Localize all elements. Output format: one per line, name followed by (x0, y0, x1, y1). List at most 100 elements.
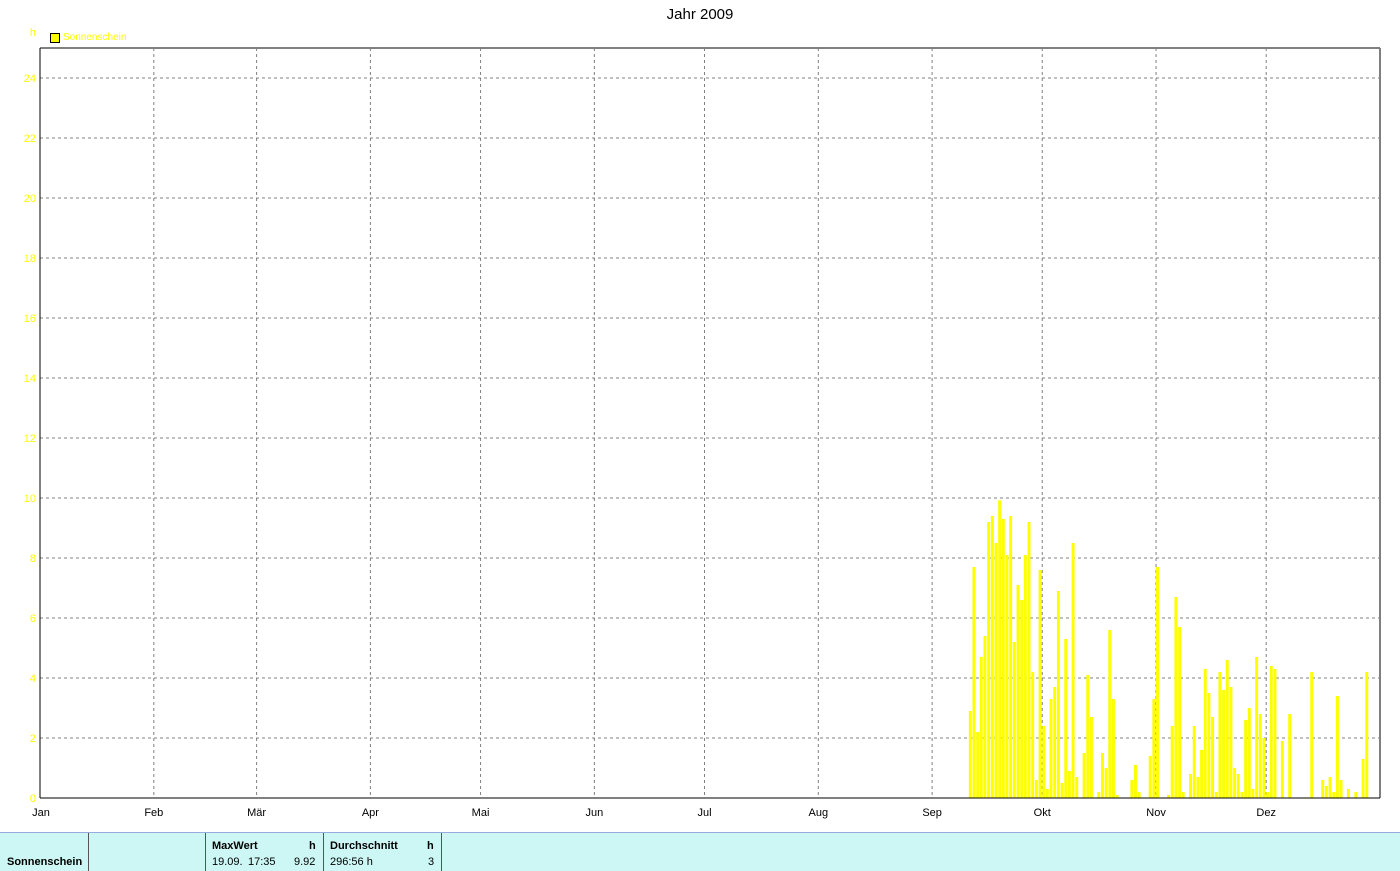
y-tick-label: 0 (30, 793, 36, 805)
sunshine-bar (1339, 780, 1343, 798)
x-tick-label: Dez (1256, 807, 1276, 819)
sunshine-bar (1086, 675, 1090, 798)
stats-row-label: Sonnenschein (7, 856, 83, 868)
stats-avg-unit: h (427, 840, 434, 852)
stats-max-value: 9.92 (294, 856, 316, 868)
chart-legend: Sonnenschein (50, 32, 126, 43)
sunshine-bar (1012, 642, 1016, 798)
sunshine-bar (1258, 714, 1262, 798)
x-tick-label: Okt (1034, 807, 1051, 819)
sunshine-bar (1192, 726, 1196, 798)
sunshine-bar (1288, 714, 1292, 798)
x-tick-label: Jul (697, 807, 711, 819)
sunshine-bar (1251, 789, 1255, 798)
sunshine-bar (1001, 519, 1005, 798)
sunshine-bar (1067, 771, 1071, 798)
stats-avg-cell: Durchschnitt h 296:56 h 3 (324, 833, 442, 871)
sunshine-bar (1020, 600, 1024, 798)
stats-max-time: 17:35 (248, 856, 276, 868)
stats-max-date: 19.09. (212, 856, 243, 868)
sunshine-bar (998, 500, 1002, 798)
sunshine-bar (1060, 783, 1064, 798)
x-tick-label: Sep (922, 807, 942, 819)
sunshine-bar (1005, 555, 1009, 798)
y-tick-label: 6 (30, 613, 36, 625)
sunshine-bar (1247, 708, 1251, 798)
sunshine-bar (1324, 786, 1328, 798)
stats-row-label-cell: Sonnenschein (0, 833, 89, 871)
y-tick-label: 12 (24, 433, 36, 445)
stats-avg-total: 296:56 h (330, 856, 373, 868)
sunshine-bar (1104, 768, 1108, 798)
sunshine-bar (1211, 717, 1215, 798)
sunshine-bar (1034, 780, 1038, 798)
x-tick-label: Feb (144, 807, 163, 819)
sunshine-bar (1174, 597, 1178, 798)
sunshine-bar (1273, 669, 1277, 798)
sunshine-bar (1181, 792, 1185, 798)
sunshine-bar (972, 567, 976, 798)
sunshine-bar (1137, 792, 1141, 798)
sunshine-bar (1225, 660, 1229, 798)
y-tick-label: 2 (30, 733, 36, 745)
sunshine-bar (1321, 780, 1325, 798)
stats-avg-header: Durchschnitt (330, 840, 398, 852)
y-tick-label: 14 (24, 373, 36, 385)
sunshine-bar (1089, 717, 1093, 798)
sunshine-bar (1023, 555, 1027, 798)
sunshine-bar (983, 636, 987, 798)
sunshine-bar (1056, 591, 1060, 798)
y-tick-label: 20 (24, 193, 36, 205)
sunshine-bar (1075, 777, 1079, 798)
sunshine-bar (1152, 699, 1156, 798)
x-tick-label: Nov (1146, 807, 1166, 819)
sunshine-bar (1134, 765, 1137, 798)
x-tick-label: Jan (32, 807, 50, 819)
sunshine-bar (994, 543, 998, 798)
sunshine-bar (1042, 726, 1046, 798)
sunshine-bar (1045, 789, 1049, 798)
sunshine-bar (1244, 720, 1248, 798)
sunshine-bar (1100, 753, 1104, 798)
sunshine-bar (979, 657, 983, 798)
sunshine-bar (990, 516, 994, 798)
y-tick-label: 8 (30, 553, 36, 565)
sunshine-bar (1178, 627, 1182, 798)
sunshine-bar (1328, 777, 1332, 798)
legend-swatch (50, 32, 60, 43)
stats-max-cell: MaxWert h 19.09. 17:35 9.92 (206, 833, 324, 871)
sunshine-bar (1229, 687, 1233, 798)
sunshine-bar (1354, 792, 1358, 798)
sunshine-bar (1097, 792, 1101, 798)
sunshine-bar (1189, 774, 1193, 798)
y-tick-label: 24 (24, 73, 36, 85)
sunshine-bar (1200, 750, 1204, 798)
sunshine-bar (1027, 522, 1031, 798)
sunshine-bar (1236, 774, 1240, 798)
x-tick-label: Aug (809, 807, 829, 819)
stats-panel: Sonnenschein MaxWert h 19.09. 17:35 9.92… (0, 832, 1400, 871)
x-tick-label: Mär (247, 807, 266, 819)
sunshine-bar (1148, 756, 1152, 798)
legend-label: Sonnenschein (63, 32, 127, 43)
y-tick-label: 16 (24, 313, 36, 325)
sunshine-bar (1009, 516, 1013, 798)
stats-avg-value: 3 (428, 856, 435, 868)
sunshine-bar (1196, 777, 1200, 798)
sunshine-bar (1108, 630, 1112, 798)
sunshine-bar (1346, 789, 1350, 798)
y-tick-label: 10 (24, 493, 36, 505)
x-tick-label: Jun (585, 807, 603, 819)
sunshine-bar (1112, 699, 1115, 798)
sunshine-bar (1222, 690, 1226, 798)
sunshine-bar (1266, 792, 1270, 798)
sunshine-bar (1071, 543, 1075, 798)
y-tick-label: 22 (24, 133, 36, 145)
sunshine-bar (1218, 672, 1222, 798)
sunshine-bar (1255, 657, 1259, 798)
chart-plot: 024681012141618202224hJan Feb Mär Apr Mai Jun… (24, 27, 1381, 819)
sunshine-bar (1038, 570, 1042, 798)
sunshine-bar (1064, 639, 1068, 798)
sunshine-bar (1262, 738, 1266, 798)
y-axis-unit-label: h (30, 27, 36, 39)
